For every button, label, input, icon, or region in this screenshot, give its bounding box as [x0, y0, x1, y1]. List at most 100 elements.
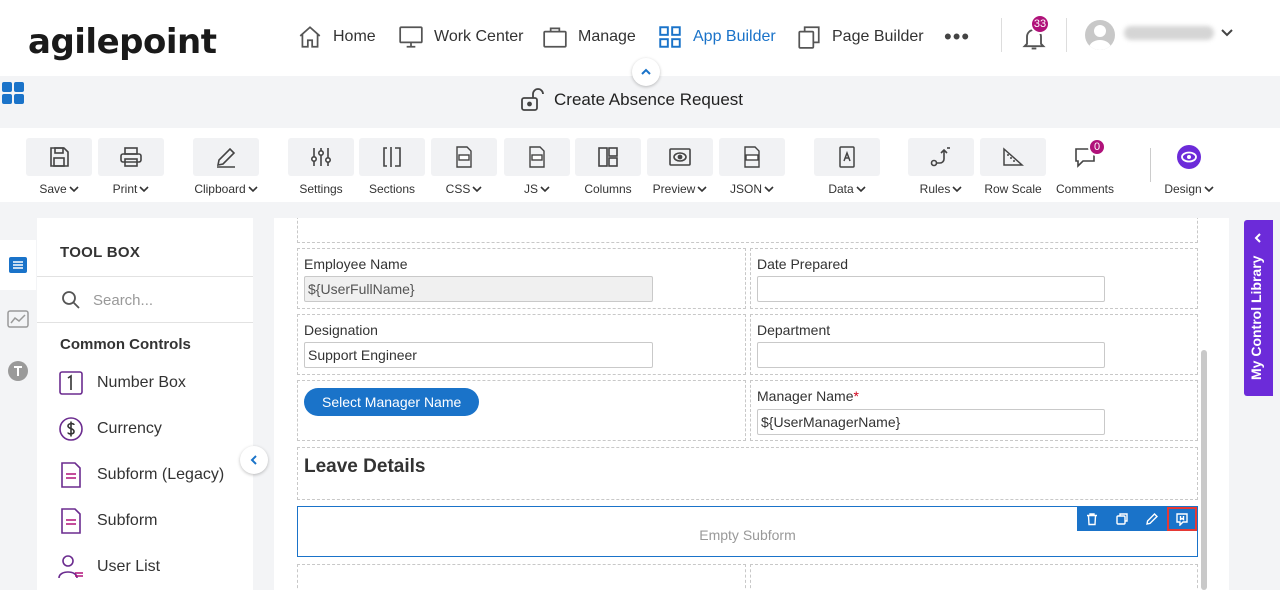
- row-scale-label: Row Scale: [984, 182, 1042, 196]
- template-t-icon: [8, 361, 28, 381]
- collapse-header-button[interactable]: [632, 58, 660, 86]
- nav-page-builder[interactable]: Page Builder: [796, 22, 924, 52]
- form-builder-toolbar: Save Print Clipboard Settings Sections C…: [0, 128, 1280, 202]
- caret-down-icon: [139, 186, 149, 193]
- comments-button[interactable]: Comments: [1052, 138, 1118, 198]
- save-to-library-button[interactable]: [1167, 507, 1197, 531]
- rail-analytics-tab[interactable]: [0, 294, 36, 344]
- subform-actions: [1077, 507, 1197, 531]
- form-row-top[interactable]: [297, 218, 1198, 243]
- nav-home[interactable]: Home: [297, 22, 376, 52]
- design-button[interactable]: Design: [1156, 138, 1222, 198]
- control-user-list[interactable]: User List: [57, 552, 160, 582]
- js-file-icon: [529, 146, 545, 168]
- my-control-library-tab[interactable]: My Control Library: [1244, 220, 1273, 396]
- select-manager-cell[interactable]: Select Manager Name: [297, 380, 746, 441]
- currency-icon: [59, 417, 83, 441]
- clipboard-label: Clipboard: [194, 182, 246, 196]
- unlock-icon[interactable]: [520, 88, 546, 112]
- my-control-library-label: My Control Library: [1248, 255, 1264, 380]
- json-button[interactable]: JSON: [719, 138, 785, 198]
- control-number-box[interactable]: Number Box: [57, 368, 186, 398]
- department-field[interactable]: [757, 342, 1105, 368]
- employee-name-field[interactable]: ${UserFullName}: [304, 276, 653, 302]
- delete-button[interactable]: [1077, 507, 1107, 531]
- chevron-left-icon: [1254, 233, 1261, 243]
- toolbar-divider: [1150, 148, 1151, 182]
- nav-manage[interactable]: Manage: [542, 22, 636, 52]
- control-subform[interactable]: Subform: [57, 506, 157, 536]
- toolbox-title: TOOL BOX: [60, 244, 141, 261]
- form-row-bottom-left[interactable]: [297, 564, 746, 590]
- edit-button[interactable]: [1137, 507, 1167, 531]
- apps-grid-icon[interactable]: [2, 82, 24, 104]
- date-prepared-cell[interactable]: Date Prepared: [750, 248, 1198, 309]
- subform-control[interactable]: Empty Subform: [297, 506, 1198, 557]
- department-cell[interactable]: Department: [750, 314, 1198, 375]
- print-label: Print: [112, 182, 138, 196]
- toolbox-search-input[interactable]: [93, 288, 243, 312]
- control-label: Number Box: [97, 374, 186, 391]
- subform-legacy-icon: [61, 462, 81, 488]
- rail-templates-tab[interactable]: [0, 346, 36, 396]
- select-manager-button[interactable]: Select Manager Name: [304, 388, 480, 416]
- duplicate-button[interactable]: [1107, 507, 1137, 531]
- more-menu-icon[interactable]: •••: [944, 24, 970, 50]
- print-button[interactable]: Print: [98, 138, 164, 198]
- save-button[interactable]: Save: [26, 138, 92, 198]
- designation-label: Designation: [304, 322, 378, 338]
- page-title-text: Create Absence Request: [554, 90, 744, 109]
- agilepoint-logo[interactable]: agilepoint: [28, 22, 217, 62]
- control-currency[interactable]: Currency: [57, 414, 162, 444]
- designation-cell[interactable]: Designation Support Engineer: [297, 314, 746, 375]
- clipboard-button[interactable]: Clipboard: [193, 138, 259, 198]
- sections-button[interactable]: Sections: [359, 138, 425, 198]
- left-rail: [0, 218, 36, 590]
- rules-button[interactable]: Rules: [908, 138, 974, 198]
- css-button[interactable]: CSS: [431, 138, 497, 198]
- avatar[interactable]: [1085, 20, 1115, 50]
- subform-icon: [61, 508, 81, 534]
- design-label: Design: [1164, 182, 1202, 196]
- rail-toolbox-tab[interactable]: [0, 240, 36, 290]
- trash-icon: [1087, 513, 1097, 526]
- app-grid-icon: [659, 26, 681, 48]
- save-icon: [50, 147, 69, 167]
- manager-name-label: Manager Name*: [757, 388, 859, 404]
- collapse-toolbox-button[interactable]: [240, 446, 268, 474]
- json-file-icon: [744, 146, 760, 168]
- chevron-left-icon: [250, 455, 257, 465]
- columns-label: Columns: [584, 182, 632, 196]
- caret-down-icon: [697, 186, 707, 193]
- employee-name-cell[interactable]: Employee Name ${UserFullName}: [297, 248, 746, 309]
- save-control-icon: [1176, 513, 1188, 526]
- nav-app-builder[interactable]: App Builder: [657, 22, 776, 52]
- username-blurred: [1124, 26, 1214, 40]
- control-subform-legacy[interactable]: Subform (Legacy): [57, 460, 224, 490]
- settings-button[interactable]: Settings: [288, 138, 354, 198]
- form-row-bottom-right[interactable]: [750, 564, 1198, 590]
- data-button[interactable]: Data: [814, 138, 880, 198]
- date-prepared-field[interactable]: [757, 276, 1105, 302]
- divider: [37, 276, 253, 277]
- settings-label: Settings: [299, 182, 343, 196]
- chart-icon: [7, 310, 29, 328]
- columns-icon: [598, 147, 618, 167]
- nav-work-center[interactable]: Work Center: [398, 22, 524, 52]
- preview-label: Preview: [652, 182, 696, 196]
- search-icon: [62, 291, 80, 309]
- leave-details-section[interactable]: Leave Details: [297, 447, 1198, 500]
- row-scale-button[interactable]: Row Scale: [980, 138, 1046, 198]
- preview-button[interactable]: Preview: [647, 138, 713, 198]
- columns-button[interactable]: Columns: [575, 138, 641, 198]
- comments-count-badge: 0: [1088, 138, 1106, 156]
- manager-name-label-text: Manager Name: [757, 388, 854, 404]
- canvas-scrollbar[interactable]: [1201, 350, 1207, 590]
- chevron-down-icon[interactable]: [1220, 26, 1234, 40]
- save-label: Save: [39, 182, 67, 196]
- manager-name-cell[interactable]: Manager Name* ${UserManagerName}: [750, 380, 1198, 441]
- common-controls-heading: Common Controls: [60, 336, 191, 353]
- manager-name-field[interactable]: ${UserManagerName}: [757, 409, 1105, 435]
- js-button[interactable]: JS: [504, 138, 570, 198]
- designation-field[interactable]: Support Engineer: [304, 342, 653, 368]
